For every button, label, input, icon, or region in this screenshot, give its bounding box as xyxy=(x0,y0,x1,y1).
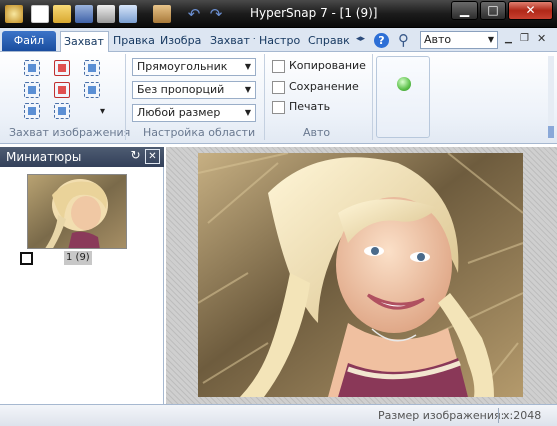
thumbnails-panel: 1 (9) xyxy=(0,167,164,404)
capture-fullscreen-icon[interactable] xyxy=(24,82,40,98)
thumbnail-caption: 1 (9) xyxy=(64,251,92,265)
copy-checkbox-row[interactable]: Копирование xyxy=(272,59,366,75)
tab-help[interactable]: Справк xyxy=(305,31,351,52)
tab-settings[interactable]: Настро xyxy=(256,31,304,52)
save-icon[interactable] xyxy=(75,5,93,23)
undo-icon[interactable]: ↶ xyxy=(185,5,203,23)
app-icon[interactable] xyxy=(5,5,23,23)
print-checkbox-row[interactable]: Печать xyxy=(272,100,330,116)
title-bar: ↶ ↷ HyperSnap 7 - [1 (9)] ▁ □ ✕ xyxy=(0,0,557,28)
file-tab[interactable]: Файл xyxy=(2,31,56,51)
tab-text-capture[interactable]: Захват т xyxy=(207,31,255,52)
capture-window-icon[interactable] xyxy=(54,60,70,76)
thumbnails-title: Миниатюры xyxy=(6,150,82,164)
minimize-doc-icon[interactable]: ▁ xyxy=(505,34,512,44)
tab-image[interactable]: Изобра xyxy=(157,31,206,52)
chevron-down-icon: ▼ xyxy=(487,35,494,44)
mode-select[interactable]: Авто ▼ xyxy=(420,31,498,49)
captured-image[interactable] xyxy=(198,153,523,397)
copy-checkbox[interactable] xyxy=(272,59,285,73)
copy-label: Копирование xyxy=(289,59,366,72)
group-divider xyxy=(264,54,265,140)
thumbnail-checkbox[interactable] xyxy=(20,252,33,265)
capture-group-label: Захват изображения xyxy=(9,126,131,139)
capture-scroll-icon[interactable] xyxy=(84,60,100,76)
group-divider xyxy=(125,54,126,140)
ribbon-panel: ▾ Захват изображения Прямоугольник ▼ Без… xyxy=(0,52,557,144)
status-divider xyxy=(498,408,499,423)
restore-doc-icon[interactable]: ❐ xyxy=(520,33,529,44)
save-checkbox[interactable] xyxy=(272,80,285,94)
auto-group-label: Авто xyxy=(303,126,331,139)
capture-more-button[interactable]: ▾ xyxy=(100,106,105,117)
thumbnails-header: Миниатюры ↻ ✕ xyxy=(0,147,164,167)
open-folder-icon[interactable] xyxy=(53,5,71,23)
region-shape-value: Прямоугольник xyxy=(137,60,228,73)
close-panel-icon[interactable]: ✕ xyxy=(145,149,160,164)
region-shape-select[interactable]: Прямоугольник ▼ xyxy=(132,58,256,76)
print-icon[interactable] xyxy=(97,5,115,23)
region-size-value: Любой размер xyxy=(137,106,221,119)
image-size-value: x:2048 xyxy=(503,409,542,422)
image-size-label: Размер изображения: xyxy=(378,409,505,422)
save-checkbox-row[interactable]: Сохранение xyxy=(272,80,359,96)
region-proportion-value: Без пропорций xyxy=(137,83,225,96)
auto-status-button[interactable] xyxy=(376,56,430,138)
new-document-icon[interactable] xyxy=(31,5,49,23)
tab-capture[interactable]: Захват xyxy=(60,31,109,52)
capture-active-window-icon[interactable] xyxy=(84,82,100,98)
capture-multi-region-icon[interactable] xyxy=(24,103,40,119)
image-viewer[interactable] xyxy=(166,147,557,404)
status-bar: Размер изображения: x:2048 xyxy=(0,404,557,426)
status-led-icon xyxy=(397,77,411,91)
capture-region-icon[interactable] xyxy=(24,60,40,76)
region-proportion-select[interactable]: Без пропорций ▼ xyxy=(132,81,256,99)
redo-icon[interactable]: ↷ xyxy=(207,5,225,23)
chevron-down-icon: ▼ xyxy=(244,108,251,117)
maximize-button[interactable]: □ xyxy=(480,1,506,20)
close-doc-icon[interactable]: ✕ xyxy=(537,32,546,45)
ribbon-scroll-icon[interactable]: ◂▸ xyxy=(356,34,365,44)
group-divider xyxy=(372,54,373,140)
region-group-label: Настройка области xyxy=(143,126,256,139)
print-checkbox[interactable] xyxy=(272,100,285,114)
capture-button-icon[interactable] xyxy=(54,82,70,98)
region-size-select[interactable]: Любой размер ▼ xyxy=(132,104,256,122)
close-button[interactable]: ✕ xyxy=(508,1,553,20)
tab-edit[interactable]: Правка xyxy=(110,31,156,52)
search-icon[interactable]: ⚲ xyxy=(398,31,409,49)
thumbnail-image[interactable] xyxy=(27,174,127,249)
clipboard-icon[interactable] xyxy=(153,5,171,23)
ribbon-scrollbar[interactable] xyxy=(548,56,554,140)
chevron-down-icon: ▼ xyxy=(244,85,251,94)
help-icon[interactable]: ? xyxy=(374,33,389,48)
minimize-button[interactable]: ▁ xyxy=(451,1,478,20)
save-label: Сохранение xyxy=(289,80,359,93)
windows-icon[interactable] xyxy=(119,5,137,23)
print-label: Печать xyxy=(289,100,331,113)
refresh-icon[interactable]: ↻ xyxy=(128,149,143,164)
window-title: HyperSnap 7 - [1 (9)] xyxy=(250,6,378,20)
mode-select-value: Авто xyxy=(424,33,452,46)
capture-repeat-icon[interactable] xyxy=(54,103,70,119)
chevron-down-icon: ▼ xyxy=(244,62,251,71)
